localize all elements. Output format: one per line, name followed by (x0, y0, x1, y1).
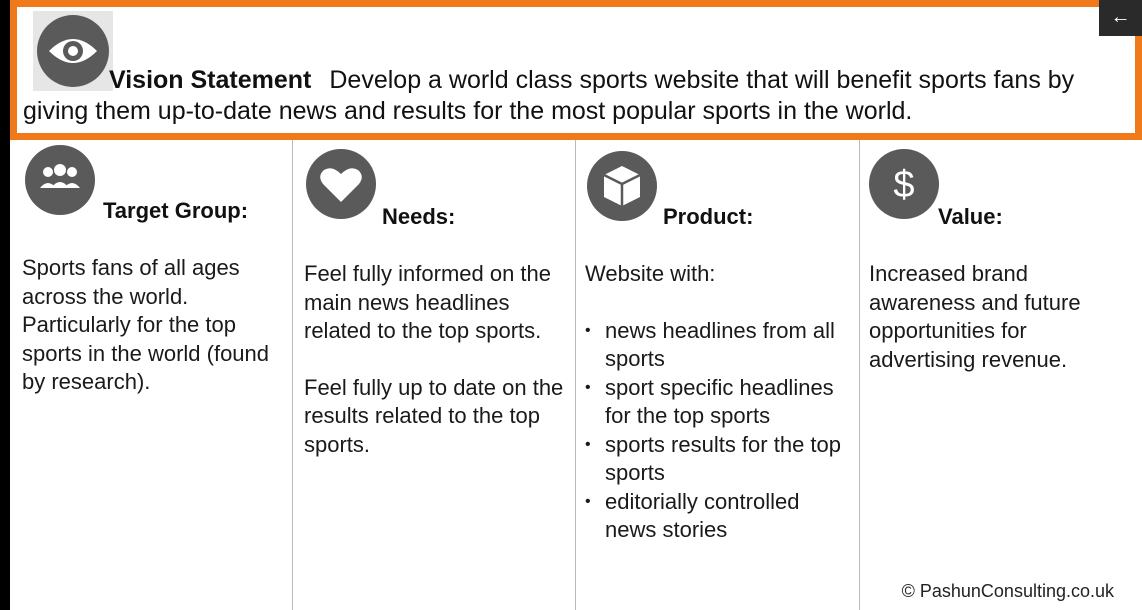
product-body: Website with: news headlines from all sp… (585, 260, 853, 545)
value-body: Increased brand awareness and future opp… (869, 260, 1131, 374)
heart-icon (306, 149, 376, 219)
target-group-heading: Target Group: (103, 198, 249, 223)
product-bullet: sport specific headlines for the top spo… (585, 374, 853, 431)
group-icon (25, 145, 95, 215)
slide-page: Vision Statement Develop a world class sp… (0, 0, 1142, 610)
dollar-icon: $ (869, 149, 939, 219)
vision-heading: Vision Statement (109, 66, 312, 94)
target-group-paragraph: Sports fans of all ages across the world… (22, 255, 270, 394)
dollar-glyph: $ (893, 164, 914, 206)
product-intro: Website with: (585, 261, 716, 286)
value-heading: Value: (938, 204, 1003, 229)
product-bullet: editorially controlled news stories (585, 488, 853, 545)
target-group-body: Sports fans of all ages across the world… (22, 254, 284, 397)
box-icon (587, 151, 657, 221)
arrow-left-icon: ← (1110, 6, 1131, 28)
value-paragraph: Increased brand awareness and future opp… (869, 261, 1081, 372)
product-heading: Product: (663, 204, 754, 229)
product-bullet: news headlines from all sports (585, 317, 853, 374)
needs-body: Feel fully informed on the main news hea… (304, 260, 570, 459)
needs-paragraph-1: Feel fully informed on the main news hea… (304, 261, 552, 343)
vision-statement-box: Vision Statement Develop a world class sp… (10, 0, 1142, 140)
copyright-text: © PashunConsulting.co.uk (901, 581, 1114, 601)
back-button[interactable]: ← (1099, 0, 1142, 36)
column-product: Product: Website with: news headlines fr… (576, 140, 860, 610)
column-target-group: Target Group: Sports fans of all ages ac… (10, 140, 293, 610)
column-needs: Needs: Feel fully informed on the main n… (293, 140, 576, 610)
needs-heading: Needs: (382, 204, 456, 229)
product-bullet: sports results for the top sports (585, 431, 853, 488)
needs-paragraph-2: Feel fully up to date on the results rel… (304, 374, 564, 457)
product-bullet-list: news headlines from all sports sport spe… (585, 317, 853, 545)
vision-statement-text: Vision Statement Develop a world class sp… (23, 65, 1123, 127)
column-value: $ Value: Increased brand awareness and f… (860, 140, 1142, 610)
canvas-grid: Target Group: Sports fans of all ages ac… (10, 140, 1142, 610)
